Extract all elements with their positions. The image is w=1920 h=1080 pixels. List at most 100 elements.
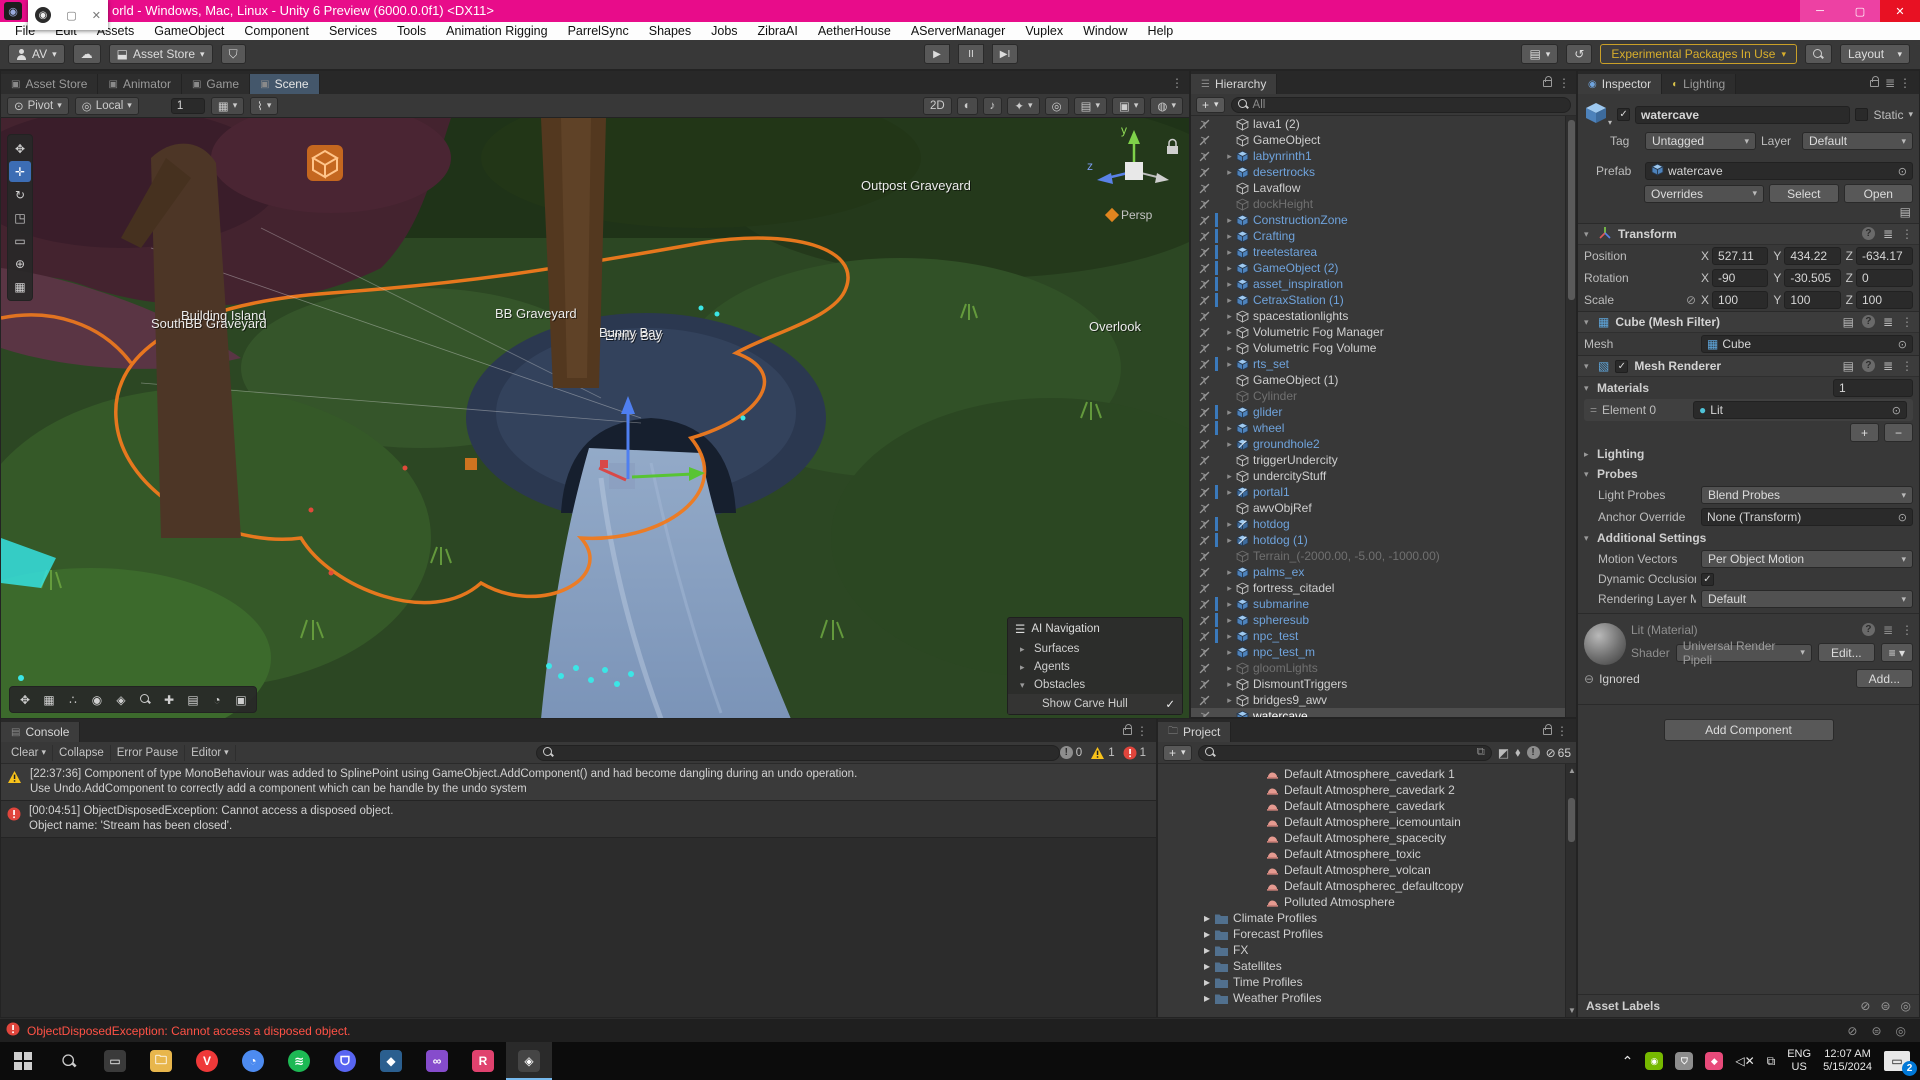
hierarchy-menu-icon[interactable]: ⋮	[1558, 76, 1570, 90]
nav-row-agents[interactable]: ▸Agents	[1008, 658, 1182, 676]
hierarchy-item-wheel[interactable]: ▸wheel	[1191, 420, 1576, 436]
hierarchy-item-dismounttriggers[interactable]: ▸DismountTriggers	[1191, 676, 1576, 692]
hierarchy-item-gameobject-2-[interactable]: ▸GameObject (2)	[1191, 260, 1576, 276]
ignored-add-button[interactable]: Add...	[1856, 669, 1913, 688]
nav-row-show-carve-hull[interactable]: Show Carve Hull✓	[1008, 694, 1182, 714]
hierarchy-create-dropdown[interactable]: + ▾	[1196, 97, 1225, 113]
visibility-toggle-icon[interactable]	[1193, 439, 1215, 450]
multiplay-dropdown[interactable]: ▤▾	[1521, 44, 1558, 64]
tab-console[interactable]: ▤Console	[1, 722, 80, 742]
scale-z-field[interactable]: 100	[1856, 291, 1913, 309]
project-hidden-count[interactable]: ⊘65	[1546, 746, 1571, 760]
visibility-toggle-icon[interactable]	[1193, 647, 1215, 658]
active-checkbox[interactable]: ✓	[1617, 108, 1630, 121]
tab-hierarchy[interactable]: ☰Hierarchy	[1191, 74, 1277, 94]
prefab-picker-icon[interactable]: ⊙	[1898, 165, 1907, 178]
visibility-toggle-icon[interactable]	[1193, 471, 1215, 482]
overrides-dropdown[interactable]: Overrides▾	[1644, 185, 1764, 203]
inspector-lock-icon[interactable]	[1870, 80, 1879, 87]
visibility-toggle-icon[interactable]	[1193, 327, 1215, 338]
status-progress-icon[interactable]: ◎	[1896, 1024, 1906, 1038]
project-menu-icon[interactable]: ⋮	[1556, 724, 1568, 738]
snap-toggle[interactable]: ⌇▾	[250, 97, 278, 115]
menu-tools[interactable]: Tools	[388, 23, 435, 39]
rendering-layer-dropdown[interactable]: Default▾	[1701, 590, 1913, 608]
visibility-toggle-icon[interactable]	[1193, 231, 1215, 242]
open-search-icon[interactable]: ⧉	[1477, 746, 1485, 759]
rotate-tool-button[interactable]: ↻	[9, 184, 31, 205]
additional-settings-foldout[interactable]: ▾	[1584, 533, 1592, 544]
project-item-default-atmosphere-icemountain[interactable]: Default Atmosphere_icemountain	[1158, 814, 1576, 830]
inspector-menu-icon[interactable]: ⋮	[1899, 76, 1911, 90]
visibility-toggle-icon[interactable]	[1193, 551, 1215, 562]
hierarchy-item-volumetric-fog-manager[interactable]: ▸Volumetric Fog Manager	[1191, 324, 1576, 340]
asset-compare-icon[interactable]: ⊜	[1880, 999, 1890, 1013]
lighting-foldout[interactable]: ▸	[1584, 449, 1592, 460]
project-item-fx[interactable]: ▸FX	[1158, 942, 1576, 958]
console-error-entry[interactable]: [00:04:51] ObjectDisposedException: Cann…	[1, 801, 1156, 838]
persp-label[interactable]: Persp	[1105, 208, 1153, 222]
overlay-drop-icon[interactable]: ◈	[110, 689, 132, 710]
taskbar-rider-icon[interactable]: R	[460, 1042, 506, 1080]
visibility-toggle-icon[interactable]	[1193, 343, 1215, 354]
visibility-toggle-icon[interactable]	[1193, 423, 1215, 434]
project-warning-icon[interactable]: !	[1527, 746, 1540, 759]
menu-gameobject[interactable]: GameObject	[145, 23, 233, 39]
overlay-grid-icon[interactable]: ▦	[38, 689, 60, 710]
console-clear-dropdown[interactable]: Clear ▾	[5, 745, 53, 761]
menu-parrelsync[interactable]: ParrelSync	[559, 23, 638, 39]
scene-visibility-toggle[interactable]: ◎	[1045, 97, 1069, 115]
visibility-toggle-icon[interactable]	[1193, 215, 1215, 226]
project-search-input[interactable]: ⧉	[1198, 745, 1492, 761]
project-preset-icon[interactable]: ◩	[1498, 746, 1509, 760]
prefab-isolation-button[interactable]	[307, 145, 343, 181]
inspector-tools-icon[interactable]: ≣	[1885, 76, 1895, 90]
hierarchy-item-npc-test[interactable]: ▸npc_test	[1191, 628, 1576, 644]
version-control-button[interactable]: ⛉	[221, 44, 246, 64]
tray-chevron-icon[interactable]: ⌃	[1622, 1053, 1634, 1070]
hierarchy-item-lava1-2-[interactable]: lava1 (2)	[1191, 116, 1576, 132]
visibility-toggle-icon[interactable]	[1193, 679, 1215, 690]
materials-count-field[interactable]: 1	[1833, 379, 1913, 397]
transform-help-icon[interactable]: ?	[1862, 227, 1875, 240]
hierarchy-item-awvobjref[interactable]: awvObjRef	[1191, 500, 1576, 516]
rotation-x-field[interactable]: -90	[1712, 269, 1768, 287]
menu-jobs[interactable]: Jobs	[702, 23, 746, 39]
materials-foldout[interactable]: ▾	[1584, 383, 1592, 394]
scene-viewport[interactable]: y z Persp Outpost GraveyardOutpost Grave…	[1, 118, 1189, 719]
element-material-field[interactable]: ●Lit⊙	[1693, 401, 1907, 419]
scale-y-field[interactable]: 100	[1784, 291, 1840, 309]
meshfilter-help-icon[interactable]: ?	[1862, 315, 1875, 328]
hierarchy-item-labynrinth1[interactable]: ▸labynrinth1	[1191, 148, 1576, 164]
project-item-default-atmosphere-spacecity[interactable]: Default Atmosphere_spacecity	[1158, 830, 1576, 846]
taskbar-task-view-icon[interactable]: ▭	[92, 1042, 138, 1080]
hierarchy-item-gameobject[interactable]: GameObject	[1191, 132, 1576, 148]
project-create-dropdown[interactable]: + ▾	[1163, 745, 1192, 761]
rotation-y-field[interactable]: -30.505	[1784, 269, 1840, 287]
visibility-toggle-icon[interactable]	[1193, 183, 1215, 194]
cloud-button[interactable]: ☁	[73, 44, 101, 64]
visibility-toggle-icon[interactable]	[1193, 519, 1215, 530]
hierarchy-lock-icon[interactable]	[1543, 80, 1552, 87]
pivot-dropdown[interactable]: ⊙Pivot▾	[7, 97, 69, 115]
visibility-toggle-icon[interactable]	[1193, 583, 1215, 594]
visibility-toggle-icon[interactable]	[1193, 455, 1215, 466]
hierarchy-item-submarine[interactable]: ▸submarine	[1191, 596, 1576, 612]
gizmos-dropdown[interactable]: ◍▾	[1150, 97, 1183, 115]
hierarchy-item-groundhole2[interactable]: ▸groundhole2	[1191, 436, 1576, 452]
local-dropdown[interactable]: ◎Local▾	[75, 97, 139, 115]
menu-vuplex[interactable]: Vuplex	[1016, 23, 1072, 39]
taskbar-browser-v-icon[interactable]: V	[184, 1042, 230, 1080]
hierarchy-item-hotdog-1-[interactable]: ▸hotdog (1)	[1191, 532, 1576, 548]
layer-dropdown[interactable]: Default▾	[1802, 132, 1913, 150]
hierarchy-scrollbar[interactable]	[1565, 116, 1576, 717]
transform-menu-icon[interactable]: ⋮	[1901, 227, 1913, 241]
visibility-toggle-icon[interactable]	[1193, 535, 1215, 546]
mini-window-close-icon[interactable]: ✕	[92, 9, 101, 22]
visibility-toggle-icon[interactable]	[1193, 199, 1215, 210]
project-item-default-atmosphere-toxic[interactable]: Default Atmosphere_toxic	[1158, 846, 1576, 862]
taskbar-unity-editor-active-icon[interactable]: ◈	[506, 1042, 552, 1080]
tab-lighting[interactable]: ◐Lighting	[1662, 74, 1736, 94]
visibility-toggle-icon[interactable]	[1193, 391, 1215, 402]
hierarchy-item-triggerundercity[interactable]: triggerUndercity	[1191, 452, 1576, 468]
